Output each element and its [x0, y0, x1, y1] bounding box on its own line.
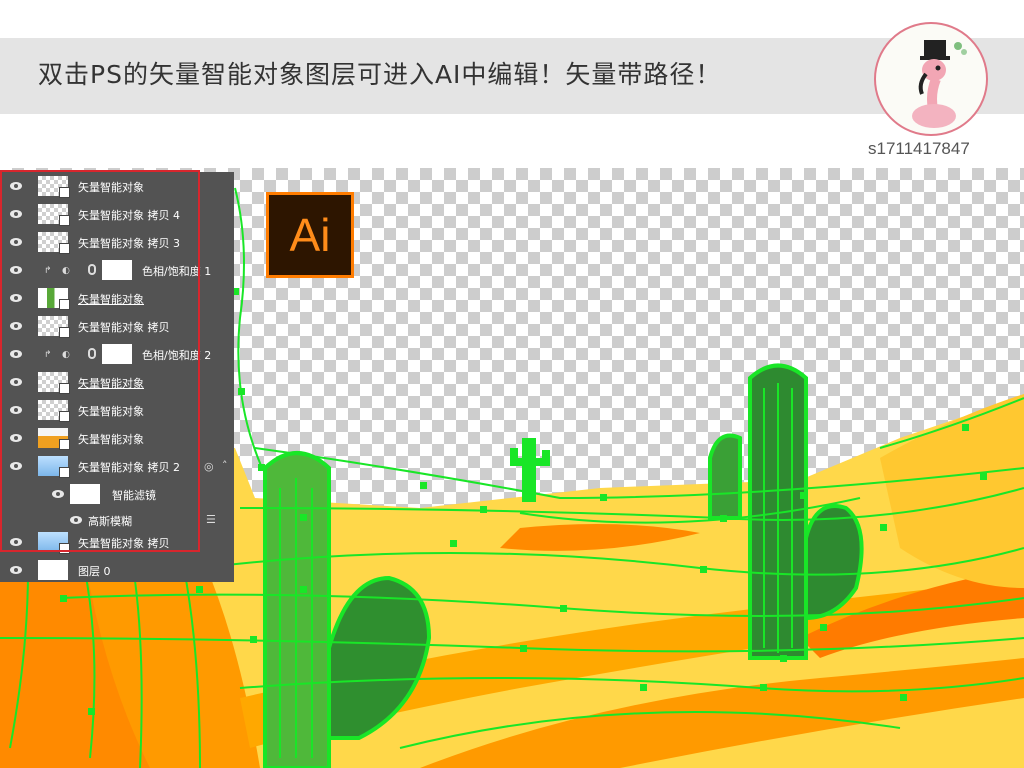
flamingo-icon: [912, 40, 967, 128]
layer-row[interactable]: 图层 0: [0, 556, 234, 584]
headline-text: 双击PS的矢量智能对象图层可进入AI中编辑！矢量带路径！: [38, 60, 722, 89]
collapse-arrow-icon[interactable]: ˄: [222, 459, 228, 472]
layer-name: 图层 0: [78, 565, 111, 578]
username-label: s1711417847: [868, 139, 970, 158]
ai-logo-text: Ai: [289, 209, 331, 261]
selection-highlight-frame: [0, 170, 200, 552]
eye-icon[interactable]: [10, 566, 22, 574]
smart-filter-icon[interactable]: ◎: [204, 460, 214, 473]
avatar[interactable]: [874, 22, 988, 136]
layer-thumbnail: [38, 560, 68, 580]
filter-options-icon[interactable]: ☰: [206, 513, 216, 526]
illustrator-logo-icon: Ai: [266, 192, 354, 278]
